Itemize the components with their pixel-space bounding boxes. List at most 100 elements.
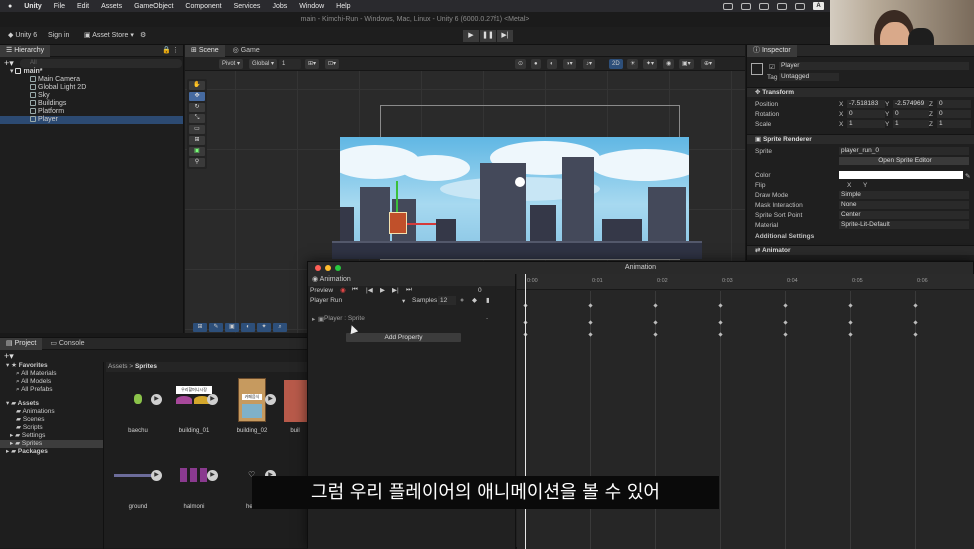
- fav-all-prefabs[interactable]: ⌕ All Prefabs: [0, 386, 103, 394]
- add-keyframe-icon[interactable]: ⋄: [460, 296, 464, 304]
- audio-icon[interactable]: ♪▾: [583, 59, 596, 69]
- keyframe-marker[interactable]: [718, 320, 723, 325]
- samples-field[interactable]: 12: [438, 296, 456, 305]
- control-center-icon[interactable]: [795, 2, 805, 10]
- scale-z-field[interactable]: 1: [937, 120, 971, 128]
- scale-y-field[interactable]: 1: [893, 120, 929, 128]
- folder-settings[interactable]: ▸ ▰ Settings: [0, 432, 103, 440]
- keyframe-marker[interactable]: [913, 332, 918, 337]
- add-property-button[interactable]: Add Property: [346, 333, 461, 342]
- event-marker-icon[interactable]: ▮: [486, 296, 490, 304]
- menu-gameobject[interactable]: GameObject: [134, 3, 173, 10]
- visibility-icon[interactable]: ◉: [663, 59, 675, 69]
- breadcrumb-sprites[interactable]: Sprites: [135, 363, 157, 370]
- menu-services[interactable]: Services: [234, 3, 261, 10]
- keyframe-marker[interactable]: [653, 320, 658, 325]
- hierarchy-item-buildings[interactable]: Buildings: [0, 100, 183, 108]
- keyframe-marker[interactable]: [848, 320, 853, 325]
- keyframe-marker[interactable]: [848, 332, 853, 337]
- rect-tool-icon[interactable]: ▭: [189, 125, 205, 134]
- hierarchy-search-input[interactable]: All: [20, 59, 182, 68]
- expand-sprite-icon[interactable]: ▶: [207, 394, 218, 405]
- overlay-paint-icon[interactable]: ✎: [209, 323, 223, 332]
- flip-y-toggle[interactable]: Y: [863, 182, 867, 189]
- menu-edit[interactable]: Edit: [77, 3, 89, 10]
- folder-sprites[interactable]: ▸ ▰ Sprites: [0, 440, 103, 448]
- zoom-window-button[interactable]: [335, 265, 341, 271]
- expand-sprite-icon[interactable]: ▶: [151, 470, 162, 481]
- tab-game[interactable]: ◎ Game: [227, 45, 266, 57]
- light-icon[interactable]: ☀: [627, 59, 639, 69]
- global-dropdown[interactable]: Global ▾: [249, 59, 278, 69]
- assets-folder[interactable]: ▾ ▰ Assets: [0, 400, 103, 408]
- eyedropper-icon[interactable]: ✎: [965, 172, 970, 180]
- custom-tool-icon[interactable]: ▣: [189, 147, 205, 156]
- add-event-icon[interactable]: ◆: [472, 296, 477, 304]
- breadcrumb-assets[interactable]: Assets: [108, 363, 128, 370]
- packages-folder[interactable]: ▸ ▰ Packages: [0, 448, 103, 456]
- expand-sprite-icon[interactable]: ▶: [207, 470, 218, 481]
- sprite-renderer-header[interactable]: ▣ Sprite Renderer: [747, 134, 974, 144]
- account-button[interactable]: ◆ Unity 6: [4, 30, 41, 42]
- mode-2d-toggle[interactable]: 2D: [609, 59, 623, 69]
- pause-button[interactable]: ❚❚: [480, 30, 496, 42]
- wifi-icon[interactable]: [777, 2, 787, 10]
- pivot-dropdown[interactable]: Pivot ▾: [219, 59, 244, 69]
- settings-icon[interactable]: ⚙: [136, 30, 150, 42]
- overlay-fill-icon[interactable]: ◐: [241, 323, 255, 332]
- clip-dropdown[interactable]: Player Run: [310, 297, 342, 304]
- shading-icon[interactable]: ●: [531, 59, 541, 69]
- asset-halmoni[interactable]: ▶ halmoni: [172, 454, 218, 510]
- hand-tool-icon[interactable]: ✋: [189, 81, 205, 90]
- last-frame-icon[interactable]: ⏭: [406, 286, 412, 294]
- orientation-icon[interactable]: ⊙: [515, 59, 527, 69]
- folder-scripts[interactable]: ▰ Scripts: [0, 424, 103, 432]
- color-swatch[interactable]: [839, 171, 963, 179]
- overlay-box-icon[interactable]: ▣: [225, 323, 239, 332]
- rotate-tool-icon[interactable]: ↻: [189, 103, 205, 112]
- sort-point-dropdown[interactable]: Center: [839, 211, 969, 219]
- keyframe-marker[interactable]: [588, 332, 593, 337]
- camera-status-icon[interactable]: [723, 2, 733, 10]
- property-options-icon[interactable]: -: [486, 315, 488, 322]
- rotation-z-field[interactable]: 0: [937, 110, 971, 118]
- transform-header[interactable]: ✥ Transform: [747, 87, 974, 97]
- lock-icon[interactable]: 🔒: [162, 45, 171, 57]
- keyframe-marker[interactable]: [848, 303, 853, 308]
- keyframe-marker[interactable]: [588, 320, 593, 325]
- snap-icon[interactable]: ⊡▾: [325, 59, 340, 69]
- expand-sprite-icon[interactable]: ▶: [265, 394, 276, 405]
- hierarchy-item-player[interactable]: Player: [0, 116, 183, 124]
- apple-icon[interactable]: ●: [8, 3, 12, 10]
- keyframe-marker[interactable]: [718, 332, 723, 337]
- battery-icon[interactable]: [759, 2, 769, 10]
- next-frame-icon[interactable]: ▶|: [392, 286, 399, 294]
- object-name-field[interactable]: Player: [779, 62, 969, 70]
- keyframe-marker[interactable]: [783, 320, 788, 325]
- play-animation-icon[interactable]: ▶: [380, 286, 385, 294]
- asset-building-03[interactable]: buil: [280, 378, 310, 434]
- position-x-field[interactable]: -7.518183: [847, 100, 885, 108]
- menu-unity[interactable]: Unity: [24, 3, 42, 10]
- fav-all-models[interactable]: ⌕ All Models: [0, 378, 103, 386]
- current-frame-field[interactable]: 0: [478, 287, 482, 294]
- overlay-picker-icon[interactable]: ✦: [257, 323, 271, 332]
- more-icon[interactable]: ⋮: [172, 45, 179, 57]
- asset-ground[interactable]: ▶ ground: [114, 454, 162, 510]
- mask-interaction-dropdown[interactable]: None: [839, 201, 969, 209]
- active-checkbox[interactable]: ☑: [769, 63, 775, 71]
- overlay-tile-icon[interactable]: ⊞: [193, 323, 207, 332]
- first-frame-icon[interactable]: ⏮: [352, 286, 358, 294]
- menu-window[interactable]: Window: [299, 3, 324, 10]
- open-sprite-editor-button[interactable]: Open Sprite Editor: [839, 157, 969, 165]
- folder-scenes[interactable]: ▰ Scenes: [0, 416, 103, 424]
- property-row[interactable]: ▸ ▣ Player : Sprite -: [308, 314, 515, 324]
- sign-in-button[interactable]: Sign in: [44, 30, 73, 42]
- folder-animations[interactable]: ▰ Animations: [0, 408, 103, 416]
- asset-building-01[interactable]: 우리할머니시장 ▶ building_01: [172, 378, 218, 434]
- move-tool-icon[interactable]: ✥: [189, 92, 205, 101]
- animator-header[interactable]: ⇄ Animator: [747, 245, 974, 255]
- menu-file[interactable]: File: [54, 3, 65, 10]
- pivot-tool-icon[interactable]: ⚲: [189, 158, 205, 167]
- expand-sprite-icon[interactable]: ▶: [151, 394, 162, 405]
